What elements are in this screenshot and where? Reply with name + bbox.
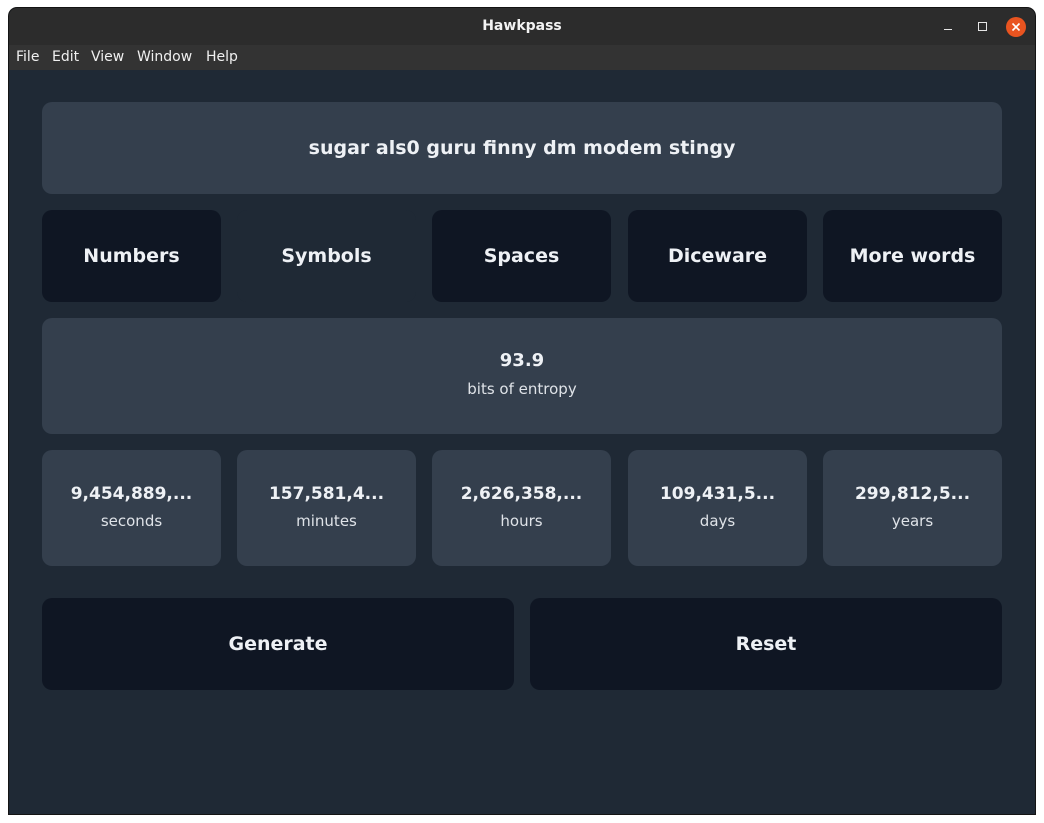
spaces-toggle-button[interactable]: Spaces <box>432 210 611 302</box>
crack-time-value: 2,626,358,... <box>460 484 583 504</box>
crack-time-value: 299,812,5... <box>854 484 971 504</box>
crack-time-seconds: 9,454,889,... seconds <box>42 450 221 566</box>
crack-time-value: 9,454,889,... <box>70 484 193 504</box>
diceware-toggle-button[interactable]: Diceware <box>628 210 807 302</box>
menu-file[interactable]: File <box>16 45 39 70</box>
menu-help[interactable]: Help <box>206 45 238 70</box>
entropy-value: 93.9 <box>499 350 545 371</box>
menu-window[interactable]: Window <box>137 45 192 70</box>
crack-time-unit: seconds <box>100 512 163 530</box>
generate-button[interactable]: Generate <box>42 598 514 690</box>
window-title: Hawkpass <box>482 18 562 34</box>
more-words-toggle-button[interactable]: More words <box>823 210 1002 302</box>
menu-bar: File Edit View Window Help <box>9 45 1035 70</box>
app-window: Hawkpass File Edit View Window Help suga… <box>9 8 1035 814</box>
crack-time-unit: years <box>891 512 934 530</box>
main-content: sugar als0 guru finny dm modem stingy Nu… <box>9 70 1035 814</box>
crack-time-years: 299,812,5... years <box>823 450 1002 566</box>
password-display[interactable]: sugar als0 guru finny dm modem stingy <box>42 102 1002 194</box>
crack-time-minutes: 157,581,4... minutes <box>237 450 416 566</box>
menu-edit[interactable]: Edit <box>52 45 79 70</box>
crack-time-value: 157,581,4... <box>268 484 385 504</box>
crack-time-hours: 2,626,358,... hours <box>432 450 611 566</box>
entropy-label: bits of entropy <box>467 380 577 398</box>
crack-time-unit: days <box>699 512 736 530</box>
crack-time-value: 109,431,5... <box>659 484 776 504</box>
reset-button[interactable]: Reset <box>530 598 1002 690</box>
crack-time-unit: hours <box>500 512 543 530</box>
entropy-panel: 93.9 bits of entropy <box>42 318 1002 434</box>
close-icon[interactable] <box>1006 17 1026 37</box>
maximize-icon[interactable] <box>972 17 992 37</box>
title-bar[interactable]: Hawkpass <box>9 8 1035 45</box>
crack-time-days: 109,431,5... days <box>628 450 807 566</box>
crack-time-unit: minutes <box>296 512 357 530</box>
numbers-toggle-button[interactable]: Numbers <box>42 210 221 302</box>
symbols-toggle-button[interactable]: Symbols <box>237 210 416 302</box>
minimize-icon[interactable] <box>938 17 958 37</box>
menu-view[interactable]: View <box>91 45 124 70</box>
